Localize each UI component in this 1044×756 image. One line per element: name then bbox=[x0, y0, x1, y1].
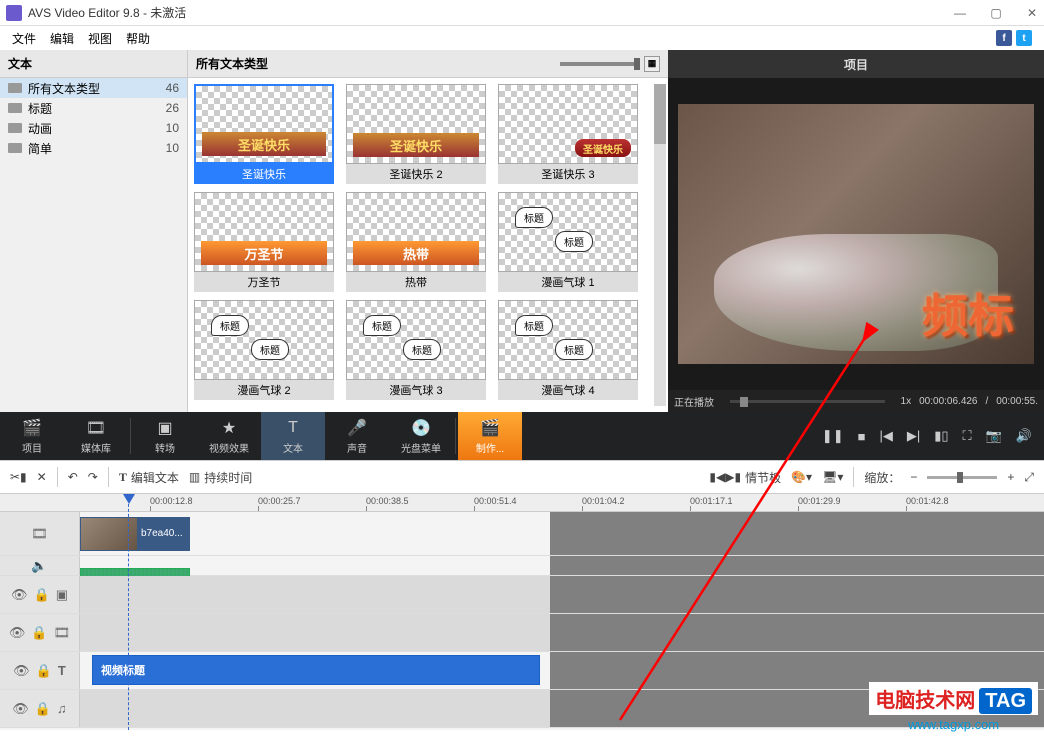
watermark: 电脑技术网TAG www.tagxp.com bbox=[869, 682, 1038, 732]
playhead[interactable] bbox=[128, 494, 129, 730]
annotation-arrow bbox=[0, 0, 1044, 756]
